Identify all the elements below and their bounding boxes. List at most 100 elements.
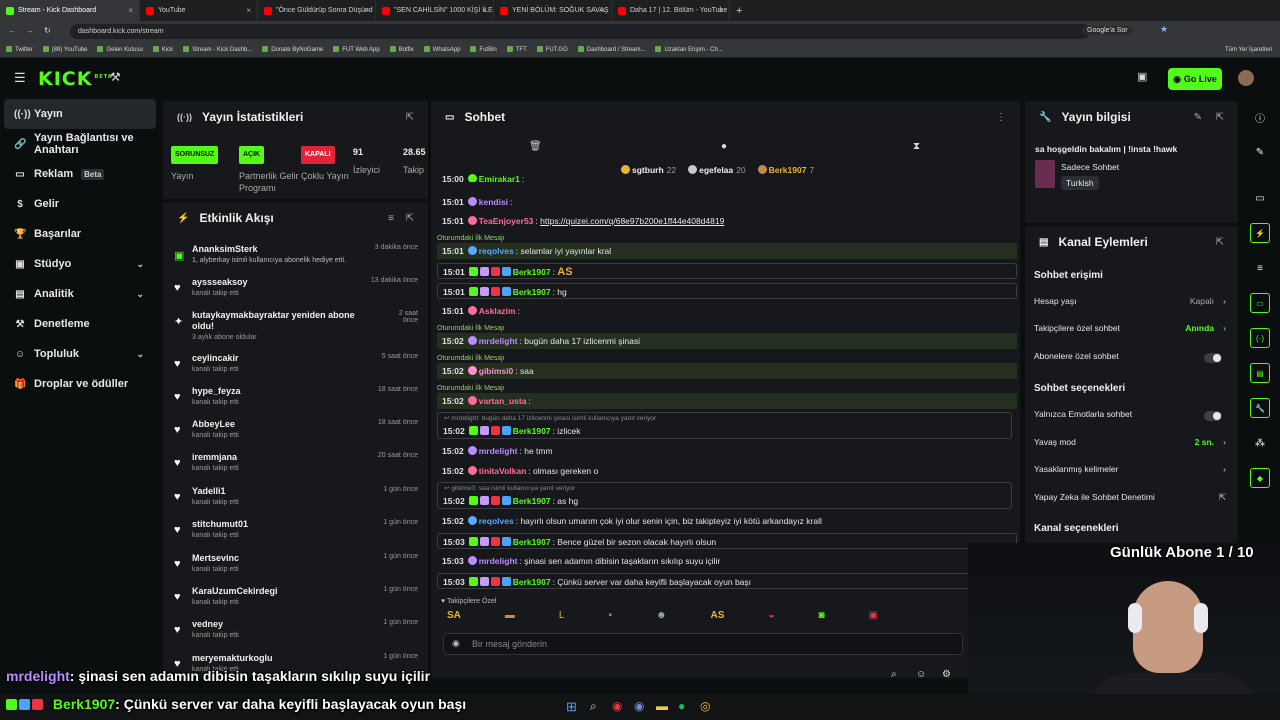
popout-icon[interactable]: ⇱ xyxy=(406,213,414,224)
banned-words-row[interactable]: Yasaklanmış kelimeler › xyxy=(1034,464,1226,480)
close-icon[interactable]: × xyxy=(246,6,251,15)
popout-icon[interactable]: ⇱ xyxy=(1216,237,1224,248)
chevron-down-icon[interactable]: ⌄ xyxy=(136,289,144,300)
close-icon[interactable]: × xyxy=(718,6,723,15)
browser-tab[interactable]: YouTube × xyxy=(140,0,258,21)
emote-icon[interactable]: ▪ xyxy=(608,610,612,628)
google-ask-button[interactable]: Google'a Sor xyxy=(1082,26,1133,35)
emote-icon[interactable]: ▣ xyxy=(869,610,878,628)
emote-bar[interactable]: SA ▬ L ▪ ☻ AS ◒ ◙ ▣ xyxy=(441,610,966,628)
bookmark-star-icon[interactable]: ★ xyxy=(1160,24,1168,35)
message-username[interactable]: mrdelight xyxy=(479,556,518,566)
go-live-button[interactable]: ◉ Go Live xyxy=(1168,68,1222,90)
message-text[interactable]: https://quizei.com/q/68e97b200e1ff44e408… xyxy=(540,216,724,226)
bookmark-item[interactable]: Stream - Kick Dashb... xyxy=(183,46,252,53)
account-age-row[interactable]: Hesap yaşı Kapalı › xyxy=(1034,296,1226,312)
message-username[interactable]: vartan_usta xyxy=(479,396,527,406)
wrench-icon[interactable]: 🔧 xyxy=(1250,398,1270,418)
message-username[interactable]: TeaEnjoyer53 xyxy=(479,216,534,226)
popout-icon[interactable]: ⇱ xyxy=(1216,112,1224,123)
chevron-down-icon[interactable]: ⌄ xyxy=(136,349,144,360)
list-icon[interactable]: ≡ xyxy=(1250,258,1270,278)
sidebar-item[interactable]: ▣ Stüdyo ⌄ xyxy=(0,249,160,279)
bookmark-item[interactable]: Botfix xyxy=(390,46,414,53)
browser-tab[interactable]: YENİ BÖLÜM: SOĞUK SAVAŞ EI × xyxy=(494,0,612,21)
discord-icon[interactable]: ◉ xyxy=(634,699,644,713)
message-username[interactable]: Berk1907 xyxy=(513,577,551,587)
bookmark-item[interactable]: TFT xyxy=(507,46,527,53)
bookmark-item[interactable]: WhatsApp xyxy=(424,46,461,53)
sidebar-item[interactable]: 🏆 Başarılar xyxy=(0,219,160,249)
hammer-icon[interactable]: ⚒ xyxy=(110,70,121,84)
bookmark-item[interactable]: Gelen Kutusu xyxy=(97,46,142,53)
trash-icon[interactable]: 🗑 xyxy=(529,141,542,152)
filter-icon[interactable]: ≡ xyxy=(388,213,394,224)
sidebar-item[interactable]: ▭ Reklam Beta xyxy=(0,159,160,189)
chat-bubble-icon[interactable]: ● xyxy=(721,141,727,152)
sidebar-item[interactable]: ⚒ Denetleme xyxy=(0,309,160,339)
sidebar-item[interactable]: $ Gelir xyxy=(0,189,160,219)
bookmark-item[interactable]: FUT.GG xyxy=(537,46,568,53)
all-bookmarks[interactable]: Tüm Yer İşaretleri xyxy=(1225,47,1272,53)
close-icon[interactable]: × xyxy=(600,6,605,15)
emote-only-row[interactable]: Yalnızca Emotlarla sohbet xyxy=(1034,409,1226,425)
sidebar-item[interactable]: ((·)) Yayın xyxy=(4,99,156,129)
menu-icon[interactable]: ☰ xyxy=(14,70,26,86)
broadcast-icon[interactable]: (·) xyxy=(1250,328,1270,348)
message-username[interactable]: Berk1907 xyxy=(513,496,551,506)
windows-start-icon[interactable]: ⊞ xyxy=(566,699,577,715)
close-icon[interactable]: × xyxy=(364,6,369,15)
emote-icon[interactable]: SA xyxy=(447,610,461,628)
bookmark-item[interactable]: Twitter xyxy=(6,46,33,53)
spotify-icon[interactable]: ● xyxy=(678,699,685,713)
message-username[interactable]: kendisi xyxy=(479,197,508,207)
message-username[interactable]: mrdelight xyxy=(479,446,518,456)
bookmark-item[interactable]: Uzaktan Erişim - Ch... xyxy=(655,46,722,53)
reload-icon[interactable]: ↻ xyxy=(44,26,51,35)
new-tab-icon[interactable]: + xyxy=(736,5,742,17)
message-username[interactable]: reqolves xyxy=(479,246,514,256)
emoji-icon[interactable]: ☺ xyxy=(916,669,926,680)
search-icon[interactable]: ⌕ xyxy=(590,699,597,714)
sidebar-item[interactable]: ▤ Analitik ⌄ xyxy=(0,279,160,309)
bookmark-item[interactable]: Donate ByNoGame xyxy=(262,46,323,53)
back-icon[interactable]: ← xyxy=(8,26,16,35)
sidebar-item[interactable]: ☺ Topluluk ⌄ xyxy=(0,339,160,369)
chrome-icon[interactable]: ◎ xyxy=(700,699,710,713)
popout-icon[interactable]: ⇱ xyxy=(406,112,414,123)
emote-icon[interactable]: AS xyxy=(711,610,725,628)
chevron-down-icon[interactable]: ⌄ xyxy=(136,259,144,270)
browser-tab[interactable]: "Önce Güldürüp Sonra Düşünd × xyxy=(258,0,376,21)
diamond-icon[interactable]: ◆ xyxy=(1250,468,1270,488)
emote-icon[interactable]: L xyxy=(559,610,565,628)
message-username[interactable]: gibimsi0 xyxy=(479,366,513,376)
lightning-icon[interactable]: ⚡ xyxy=(1250,223,1270,243)
browser-tab[interactable]: Daha 17 | 12. Bölüm - YouTube × xyxy=(612,0,730,21)
close-icon[interactable]: × xyxy=(482,6,487,15)
bookmark-item[interactable]: Dashboard / Stream... xyxy=(578,46,646,53)
followers-chat-row[interactable]: Takipçilere özel sohbet Anında › xyxy=(1034,323,1226,339)
browser-tab[interactable]: "SEN CAHİLSİN" 1000 KİŞİ İLE × xyxy=(376,0,494,21)
ai-moderation-row[interactable]: Yapay Zeka ile Sohbet Denetimi ⇱ xyxy=(1034,492,1226,508)
chat-input[interactable]: ◉ Bir mesaj gönderin xyxy=(443,633,963,655)
bookmark-item[interactable]: FutBin xyxy=(470,46,496,53)
url-field[interactable]: dashboard.kick.com/stream xyxy=(70,24,1090,39)
emote-only-toggle[interactable] xyxy=(1204,411,1222,421)
browser-tab[interactable]: Stream - Kick Dashboard × xyxy=(0,0,140,21)
emote-icon[interactable]: ◒ xyxy=(768,610,774,628)
emote-icon[interactable]: ◙ xyxy=(819,610,825,628)
app-icon[interactable]: ◉ xyxy=(612,699,622,713)
message-username[interactable]: Berk1907 xyxy=(513,267,551,277)
info-icon[interactable]: ⓘ xyxy=(1250,107,1270,127)
gear-icon[interactable]: ⚙ xyxy=(942,669,951,680)
subs-chat-toggle[interactable] xyxy=(1204,353,1222,363)
monitor-icon[interactable]: ▭ xyxy=(1250,188,1270,208)
users-icon[interactable]: ⁂ xyxy=(1250,433,1270,453)
kick-logo[interactable]: KICK BETA xyxy=(38,68,113,90)
chat-icon[interactable]: ▭ xyxy=(1250,293,1270,313)
message-username[interactable]: Asklazim xyxy=(479,306,516,316)
bookmark-item[interactable]: (88) YouTube xyxy=(43,46,88,53)
message-username[interactable]: tinitaVolkan xyxy=(479,466,527,476)
message-username[interactable]: reqolves xyxy=(479,516,514,526)
subscribers-chat-row[interactable]: Abonelere özel sohbet xyxy=(1034,351,1226,367)
